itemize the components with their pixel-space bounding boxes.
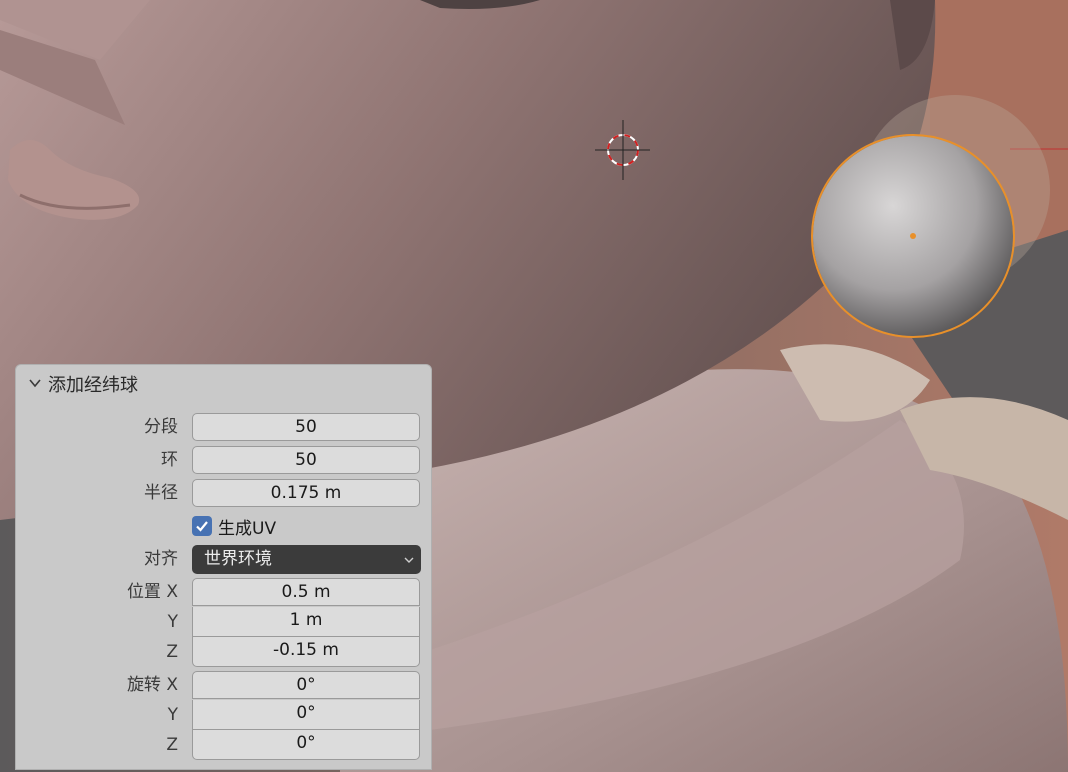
rings-field[interactable]: 50 (192, 446, 420, 474)
location-y-label: Y (167, 612, 178, 632)
chevron-down-icon (404, 557, 414, 563)
location-z-label: Z (166, 642, 178, 662)
segments-label: 分段 (144, 417, 178, 437)
generate-uv-label: 生成UV (218, 518, 277, 539)
panel-header[interactable]: 添加经纬球 (16, 365, 431, 401)
location-x-field[interactable]: 0.5 m (192, 578, 420, 606)
rotation-z-field[interactable]: 0° (192, 730, 420, 760)
align-value: 世界环境 (204, 549, 272, 569)
align-label: 对齐 (144, 549, 178, 569)
rotation-z-label: Z (166, 735, 178, 755)
radius-field[interactable]: 0.175 m (192, 479, 420, 507)
rotation-y-field[interactable]: 0° (192, 700, 420, 730)
align-dropdown[interactable]: 世界环境 (192, 545, 421, 574)
generate-uv-row[interactable]: 生成UV (192, 514, 277, 539)
radius-label: 半径 (144, 483, 178, 503)
location-x-label: 位置 X (126, 582, 178, 602)
panel-title: 添加经纬球 (48, 375, 138, 396)
generate-uv-checkbox[interactable] (192, 516, 212, 536)
location-y-field[interactable]: 1 m (192, 607, 420, 637)
rotation-x-field[interactable]: 0° (192, 671, 420, 699)
rotation-x-label: 旋转 X (126, 675, 178, 695)
location-z-field[interactable]: -0.15 m (192, 637, 420, 667)
segments-field[interactable]: 50 (192, 413, 420, 441)
chevron-down-icon[interactable] (28, 376, 42, 390)
rings-label: 环 (161, 450, 178, 470)
rotation-y-label: Y (167, 705, 178, 725)
checkmark-icon (196, 521, 208, 532)
add-uv-sphere-panel: 添加经纬球 分段 50 环 50 半径 0.175 m 生成UV 对齐 世界环境… (15, 364, 432, 770)
